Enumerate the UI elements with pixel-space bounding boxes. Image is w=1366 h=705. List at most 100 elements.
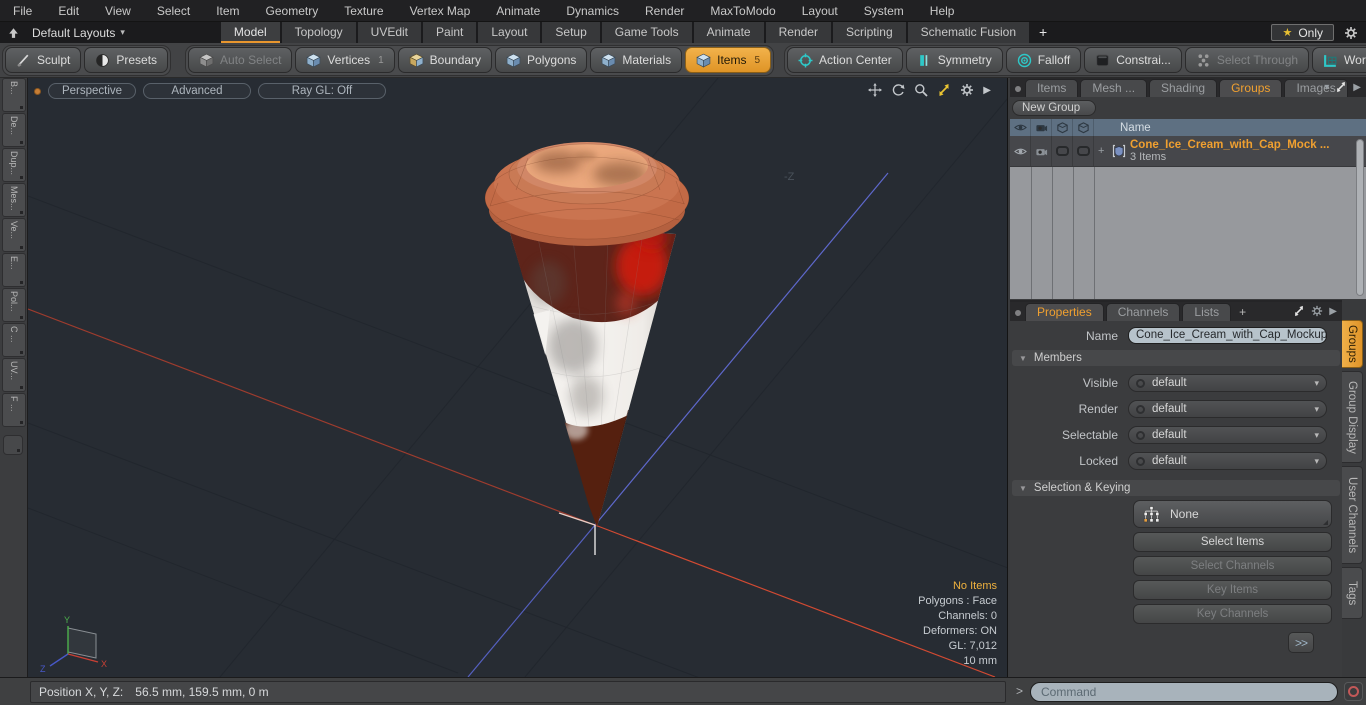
- panel-arrow-icon[interactable]: ▶: [1329, 306, 1337, 317]
- workplane-button[interactable]: WorkPlane: [1312, 47, 1366, 73]
- tool-category-mesh[interactable]: Mes...: [2, 183, 26, 217]
- sculpt-button[interactable]: Sculpt: [5, 47, 82, 73]
- side-tab-group-display[interactable]: Group Display: [1342, 371, 1363, 463]
- zoom-icon[interactable]: [914, 83, 928, 97]
- tool-category-vertex[interactable]: Ve...: [2, 218, 26, 252]
- group-name-input[interactable]: Cone_Ice_Cream_with_Cap_Mockup_Cl: [1128, 327, 1327, 344]
- viewport-menu-arrow-icon[interactable]: ▶: [983, 85, 991, 96]
- menu-view[interactable]: View: [92, 0, 144, 22]
- group-list-empty-area[interactable]: [1010, 167, 1366, 299]
- vertices-mode-button[interactable]: Vertices 1: [295, 47, 395, 73]
- gear-icon[interactable]: [1311, 305, 1323, 317]
- menu-maxtomodo[interactable]: MaxToModo: [697, 0, 788, 22]
- tool-category-polygon[interactable]: Pol...: [2, 288, 26, 322]
- default-layouts-dropdown[interactable]: Default Layouts ▾: [32, 26, 125, 40]
- tab-items[interactable]: Items: [1025, 79, 1079, 97]
- cone-ice-cream-model[interactable]: [484, 142, 690, 555]
- only-toggle-button[interactable]: ★ Only: [1271, 24, 1334, 41]
- expand-panel-button[interactable]: >>: [1288, 632, 1314, 653]
- panel-arrow-icon[interactable]: ▶: [1353, 82, 1361, 93]
- gear-icon[interactable]: [1344, 26, 1358, 40]
- menu-render[interactable]: Render: [632, 0, 697, 22]
- menu-texture[interactable]: Texture: [331, 0, 396, 22]
- menu-edit[interactable]: Edit: [45, 0, 92, 22]
- menu-animate[interactable]: Animate: [483, 0, 553, 22]
- solid-column-header[interactable]: [1073, 119, 1094, 136]
- tab-channels[interactable]: Channels: [1105, 303, 1181, 321]
- select-through-button[interactable]: Select Through: [1184, 47, 1310, 73]
- group-row[interactable]: + Cone_Ice_Cream_with_Cap_Mock ... 3 Ite…: [1010, 136, 1366, 167]
- side-tab-tags[interactable]: Tags: [1342, 567, 1363, 619]
- menu-geometry[interactable]: Geometry: [253, 0, 332, 22]
- falloff-button[interactable]: Falloff: [1005, 47, 1082, 73]
- row-render-toggle[interactable]: [1031, 136, 1052, 166]
- maximize-icon[interactable]: [937, 83, 951, 97]
- tool-category-edge[interactable]: E...: [2, 253, 26, 287]
- raygl-toggle-button[interactable]: Ray GL: Off: [258, 83, 386, 99]
- detach-panel-icon[interactable]: [1293, 305, 1305, 317]
- layout-tab-layout[interactable]: Layout: [478, 22, 541, 43]
- layout-tab-setup[interactable]: Setup: [542, 22, 600, 43]
- side-tab-user-channels[interactable]: User Channels: [1342, 466, 1363, 564]
- viewport-3d[interactable]: Y X Z Perspective Advanced Ray GL: Off ▶…: [28, 78, 1008, 677]
- selection-keying-section-header[interactable]: ▼ Selection & Keying: [1012, 480, 1340, 496]
- group-list-scrollbar[interactable]: [1356, 139, 1364, 296]
- tool-category-deform[interactable]: De...: [2, 113, 26, 147]
- pan-icon[interactable]: [868, 83, 882, 97]
- menu-system[interactable]: System: [851, 0, 917, 22]
- layout-tab-scripting[interactable]: Scripting: [832, 22, 906, 43]
- key-channels-button[interactable]: Key Channels: [1133, 604, 1332, 624]
- boundary-mode-button[interactable]: Boundary: [397, 47, 493, 73]
- expand-tree-icon[interactable]: +: [1098, 145, 1108, 157]
- tab-properties[interactable]: Properties: [1025, 303, 1104, 321]
- shading-mode-button[interactable]: Advanced: [143, 83, 251, 99]
- menu-dynamics[interactable]: Dynamics: [553, 0, 632, 22]
- tab-groups[interactable]: Groups: [1219, 79, 1283, 97]
- menu-file[interactable]: File: [0, 0, 45, 22]
- tool-category-basic[interactable]: B...: [2, 78, 26, 112]
- action-center-button[interactable]: Action Center: [787, 47, 903, 73]
- detach-panel-icon[interactable]: [1335, 81, 1347, 93]
- side-tab-groups[interactable]: Groups: [1342, 320, 1363, 368]
- menu-vertex-map[interactable]: Vertex Map: [397, 0, 484, 22]
- row-solid-toggle[interactable]: [1073, 136, 1094, 166]
- new-group-button[interactable]: New Group: [1012, 100, 1096, 116]
- camera-mode-button[interactable]: Perspective: [48, 83, 136, 99]
- tool-category-duplicate[interactable]: Dup...: [2, 148, 26, 182]
- auto-select-button[interactable]: Auto Select: [188, 47, 293, 73]
- menu-item[interactable]: Item: [203, 0, 252, 22]
- command-history-button[interactable]: [1344, 682, 1363, 701]
- row-wire-toggle[interactable]: [1052, 136, 1073, 166]
- add-properties-tab-button[interactable]: +: [1233, 304, 1252, 321]
- layout-tab-topology[interactable]: Topology: [281, 22, 356, 43]
- tab-mesh[interactable]: Mesh ...: [1080, 79, 1148, 97]
- visible-dropdown[interactable]: default ▾: [1128, 374, 1327, 392]
- command-input[interactable]: [1030, 682, 1338, 702]
- locked-dropdown[interactable]: default ▾: [1128, 452, 1327, 470]
- wire-column-header[interactable]: [1052, 119, 1073, 136]
- row-visibility-toggle[interactable]: [1010, 136, 1031, 166]
- presets-button[interactable]: Presets: [84, 47, 169, 73]
- selection-mode-none-button[interactable]: None: [1133, 500, 1332, 528]
- tab-lists[interactable]: Lists: [1182, 303, 1232, 321]
- tab-shading[interactable]: Shading: [1149, 79, 1218, 97]
- members-section-header[interactable]: ▼ Members: [1012, 350, 1340, 366]
- layout-tab-uvedit[interactable]: UVEdit: [357, 22, 422, 43]
- workplane-popup-button[interactable]: [3, 435, 23, 455]
- layout-tab-paint[interactable]: Paint: [423, 22, 477, 43]
- select-channels-button[interactable]: Select Channels: [1133, 556, 1332, 576]
- layout-tab-render[interactable]: Render: [765, 22, 831, 43]
- symmetry-button[interactable]: Symmetry: [905, 47, 1003, 73]
- key-items-button[interactable]: Key Items: [1133, 580, 1332, 600]
- viewport-settings-gear-icon[interactable]: [960, 83, 974, 97]
- tab-overflow-chevron-icon[interactable]: ▾: [1324, 82, 1329, 93]
- items-mode-button[interactable]: Items 5: [685, 47, 772, 73]
- tool-category-curves[interactable]: C ...: [2, 323, 26, 357]
- add-layout-tab-button[interactable]: +: [1031, 22, 1055, 43]
- render-column-header[interactable]: [1031, 119, 1052, 136]
- render-dropdown[interactable]: default ▾: [1128, 400, 1327, 418]
- materials-mode-button[interactable]: Materials: [590, 47, 683, 73]
- group-name[interactable]: Cone_Ice_Cream_with_Cap_Mock ...: [1130, 139, 1329, 151]
- menu-help[interactable]: Help: [917, 0, 968, 22]
- orbit-icon[interactable]: [891, 83, 905, 97]
